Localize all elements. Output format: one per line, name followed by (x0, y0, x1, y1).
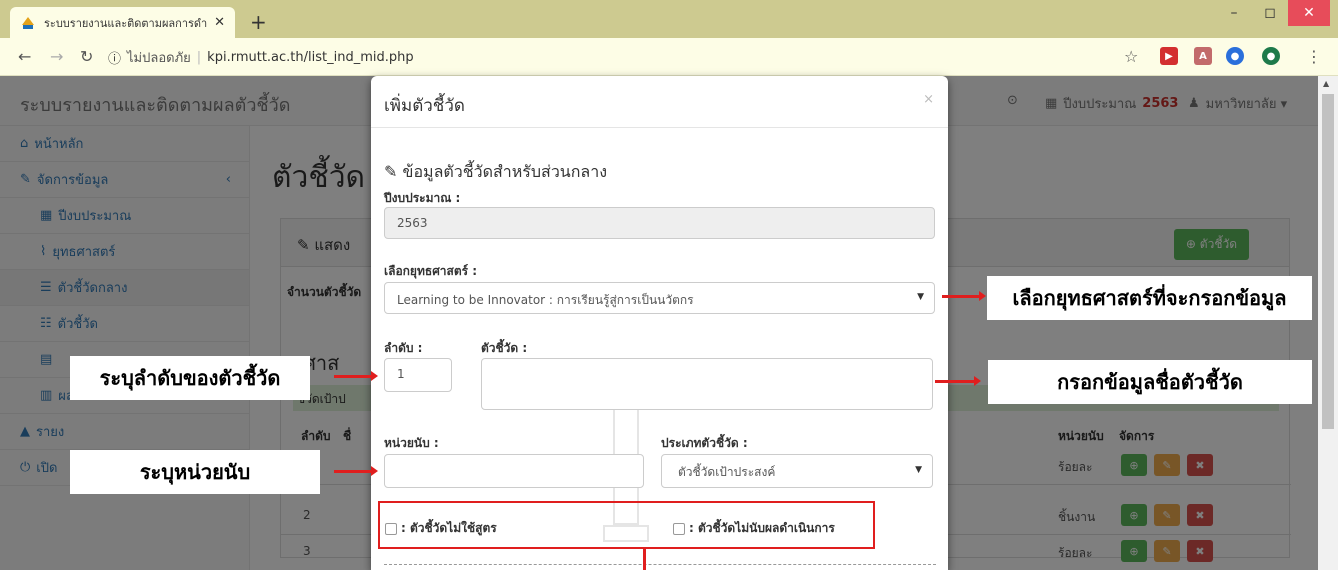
indicator-type-field-label: ประเภทตัวชี้วัด : (661, 436, 748, 450)
back-arrow-icon[interactable]: ← (18, 47, 31, 66)
strategy-select[interactable]: Learning to be Innovator : การเรียนรู้สู… (384, 282, 935, 314)
pdf-extension-icon[interactable]: A (1194, 47, 1212, 65)
url-text: kpi.rmutt.ac.th/list_ind_mid.php (207, 50, 414, 65)
fiscal-year-field-label: ปีงบประมาณ : (384, 191, 461, 205)
no-formula-checkbox-row[interactable]: : ตัวชี้วัดไม่ใช้สูตร (385, 519, 497, 538)
indicator-type-selected-value: ตัวชี้วัดเป้าประสงค์ (678, 465, 776, 479)
info-icon[interactable]: ⓘ (108, 48, 121, 67)
annotation-arrow-unit (334, 466, 378, 476)
no-count-checkbox-label: : ตัวชี้วัดไม่นับผลดำเนินการ (689, 521, 835, 535)
annotation-arrow-name (935, 376, 981, 386)
no-count-checkbox[interactable] (673, 522, 685, 535)
unit-field-label: หน่วยนับ : (384, 436, 439, 450)
callout-indicator-name: กรอกข้อมูลชื่อตัวชี้วัด (988, 360, 1312, 404)
scroll-up-icon[interactable]: ▲ (1323, 79, 1329, 88)
chevron-down-icon: ▼ (915, 465, 922, 475)
dashed-divider (384, 564, 936, 565)
tab-title: ระบบรายงานและติดตามผลการดำเนินง (44, 16, 208, 30)
extension-blue-icon[interactable]: ● (1226, 47, 1244, 65)
address-bar: ← → ↻ ⓘ ไม่ปลอดภัย | kpi.rmutt.ac.th/lis… (0, 38, 1338, 76)
section-heading: ✎ ข้อมูลตัวชี้วัดสำหรับส่วนกลาง (384, 162, 608, 181)
callout-order: ระบุลำดับของตัวชี้วัด (70, 356, 310, 400)
url-separator: | (196, 50, 202, 65)
fiscal-year-field: 2563 (384, 207, 935, 239)
site-favicon-icon (22, 16, 34, 29)
callout-strategy: เลือกยุทธศาสตร์ที่จะกรอกข้อมูล (987, 276, 1312, 320)
unit-input[interactable] (384, 454, 644, 488)
forward-arrow-icon[interactable]: → (50, 47, 63, 66)
indicator-name-field-label: ตัวชี้วัด : (481, 341, 528, 355)
order-input[interactable]: 1 (384, 358, 452, 392)
no-count-checkbox-row[interactable]: : ตัวชี้วัดไม่นับผลดำเนินการ (673, 519, 835, 538)
strategy-selected-value: Learning to be Innovator : การเรียนรู้สู… (397, 293, 694, 307)
new-tab-button[interactable]: + (250, 10, 267, 34)
browser-tab-strip: ระบบรายงานและติดตามผลการดำเนินง ✕ + – ◻ … (0, 0, 1338, 38)
bookmark-star-icon[interactable]: ☆ (1124, 47, 1138, 66)
window-close-button[interactable]: ✕ (1288, 0, 1330, 26)
browser-menu-icon[interactable]: ⋮ (1306, 47, 1322, 66)
strategy-field-label: เลือกยุทธศาสตร์ : (384, 264, 478, 278)
profile-avatar-icon[interactable]: ● (1262, 47, 1280, 65)
callout-unit: ระบุหน่วยนับ (70, 450, 320, 494)
order-field-label: ลำดับ : (384, 341, 423, 355)
not-secure-label: ไม่ปลอดภัย (127, 51, 191, 66)
annotation-arrow-line (643, 549, 646, 570)
chevron-down-icon: ▼ (917, 292, 924, 302)
page-scrollbar[interactable]: ▲ (1318, 76, 1338, 570)
modal-title: เพิ่มตัวชี้วัด (384, 96, 465, 116)
url-field[interactable]: ⓘ ไม่ปลอดภัย | kpi.rmutt.ac.th/list_ind_… (108, 47, 414, 68)
window-minimize-button[interactable]: – (1216, 0, 1252, 26)
modal-close-icon[interactable]: × (923, 92, 934, 107)
reload-icon[interactable]: ↻ (80, 47, 93, 66)
window-maximize-button[interactable]: ◻ (1252, 0, 1288, 26)
add-indicator-modal: เพิ่มตัวชี้วัด × ✎ ข้อมูลตัวชี้วัดสำหรับ… (371, 76, 948, 570)
extension-red-icon[interactable]: ▶ (1160, 47, 1178, 65)
modal-header: เพิ่มตัวชี้วัด × (371, 76, 948, 128)
indicator-type-select[interactable]: ตัวชี้วัดเป้าประสงค์ ▼ (661, 454, 933, 488)
browser-tab[interactable]: ระบบรายงานและติดตามผลการดำเนินง ✕ (10, 7, 235, 38)
no-formula-checkbox-label: : ตัวชี้วัดไม่ใช้สูตร (401, 521, 497, 535)
edit-icon: ✎ (384, 162, 403, 181)
tab-close-icon[interactable]: ✕ (214, 15, 225, 30)
annotation-arrow-strategy (942, 291, 986, 301)
annotation-arrow-order (334, 371, 378, 381)
no-formula-checkbox[interactable] (385, 522, 397, 535)
indicator-name-textarea[interactable] (481, 358, 933, 410)
scrollbar-thumb[interactable] (1322, 94, 1334, 429)
